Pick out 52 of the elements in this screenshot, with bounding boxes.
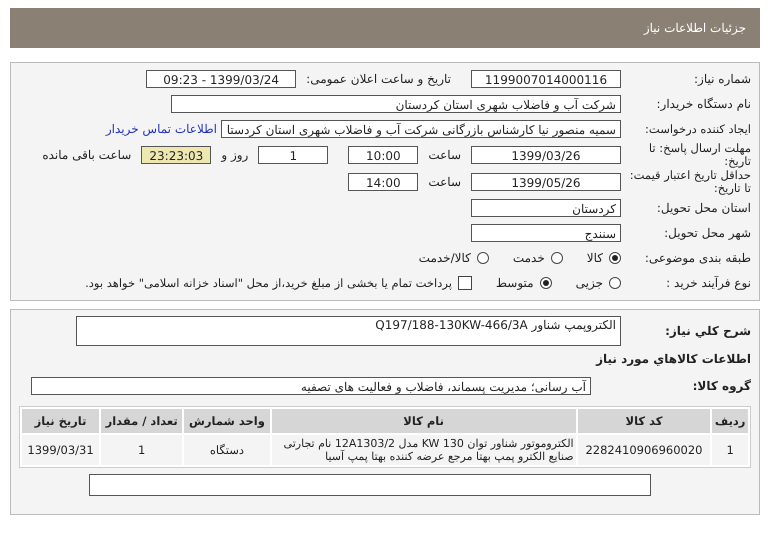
remaining-time-field: 23:23:03 [141,146,212,164]
days-field: 1 [258,146,328,164]
table-cell: 1 [101,435,182,465]
field-label: گروه کالا: [692,380,751,392]
field-label: روز و [221,148,248,162]
field-label: استان محل تحویل: [656,202,751,214]
column-header: واحد شمارش [184,409,270,433]
description-field: الکتروپمپ شناور Q197/188-130KW-466/3A [76,316,621,346]
city-field: سنندج [471,224,621,242]
payment-text: پرداخت تمام یا بخشی از مبلغ خرید،از محل "اسناد خزانه اسلامی" خواهد بود. [85,276,452,290]
time-field: 10:00 [348,146,418,164]
column-header: ردیف [712,409,748,433]
date-field: 1399/03/26 [471,146,621,164]
field-label: شهر محل تحویل: [663,226,751,240]
field-label: شرح کلي نیاز: [664,324,751,338]
column-header: تاریخ نیاز [22,409,100,433]
field-label: مهلت ارسال پاسخ: تا تاریخ: [648,142,751,168]
section-heading: اطلاعات کالاهاي مورد نیاز [594,352,751,366]
field-label: شماره نیاز: [693,72,751,86]
table-cell: 2282410906960020 [578,435,710,465]
table-cell: 1 [712,435,748,465]
category-radio[interactable]: خدمت [512,251,563,265]
announce-date-field: 1399/03/24 - 09:23 [146,70,296,88]
field-label: نام دستگاه خریدار: [656,98,751,110]
column-header: نام کالا [272,409,576,433]
field-label: طبقه بندی موضوعی: [644,252,751,264]
category-radio[interactable]: کالا/خدمت [418,251,489,265]
table-cell: 1399/03/31 [22,435,100,465]
field-label: ساعت [428,175,461,189]
field-label: حداقل تاریخ اعتبار قیمت: تا تاریخ: [628,169,751,195]
need-number-field: 1199007014000116 [471,70,621,88]
process-radio[interactable]: جزیی [576,276,621,290]
creator-field: سمیه منصور نیا کارشناس بازرگانی شرکت آب و فاضلاب شهری استان کردستا [221,120,621,138]
process-radio[interactable]: متوسط [496,276,552,290]
buyer-contact-link[interactable]: اطلاعات تماس خریدار [106,122,217,136]
goods-group-field: آب رسانی؛ مدیریت پسماند، فاضلاب و فعالیت های تصفیه [31,377,591,395]
field-label: ایجاد کننده درخواست: [644,122,751,136]
table-cell: دستگاه [184,435,270,465]
date-field: 1399/05/26 [471,173,621,191]
province-field: کردستان [471,199,621,217]
field-label: تاریخ و ساعت اعلان عمومی: [306,72,451,86]
field-label: نوع فرآیند خرید : [665,276,751,290]
column-header: تعداد / مقدار [101,409,182,433]
payment-checkbox[interactable] [458,276,472,290]
time-field: 14:00 [348,173,418,191]
field-label: ساعت [428,148,461,162]
column-header: کد کالا [578,409,710,433]
page-title: جزئیات اطلاعات نیاز [644,21,746,35]
table-cell: الکتروموتور شناور توان 130 KW مدل 12A1303/2 نام تجارتی صنایع الکترو پمپ بهتا مرجع عرضه کننده بهتا پمپ آسیا [272,435,576,465]
category-radio[interactable]: کالا [586,251,621,265]
field-label: ساعت باقی مانده [42,148,132,162]
buyer-field: شرکت آب و فاضلاب شهری استان کردستان [171,95,621,113]
